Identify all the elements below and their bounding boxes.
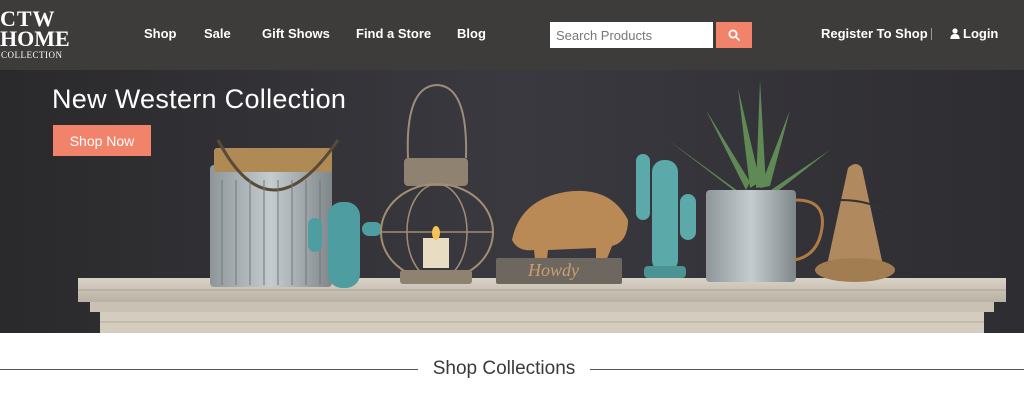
header-divider (931, 28, 932, 40)
login-label: Login (963, 26, 999, 41)
nav-item-blog[interactable]: Blog (457, 26, 486, 41)
shop-now-button[interactable]: Shop Now (53, 125, 151, 156)
hero-banner: Howdy New Western Collection Shop Now (0, 70, 1024, 333)
register-link[interactable]: Register To Shop (821, 26, 928, 41)
hero-title: New Western Collection (52, 84, 347, 114)
section-rule-right (590, 369, 1024, 370)
nav-item-find-a-store[interactable]: Find a Store (356, 26, 431, 41)
nav-item-gift-shows[interactable]: Gift Shows (262, 26, 330, 41)
svg-text:Howdy: Howdy (527, 260, 579, 280)
user-icon (950, 28, 960, 39)
search-input[interactable] (550, 22, 713, 48)
nav-item-sale[interactable]: Sale (204, 26, 231, 41)
section-title: Shop Collections (432, 358, 576, 379)
search-button[interactable] (716, 22, 752, 48)
section-rule-left (0, 369, 418, 370)
logo-line-3: COLLECTION (1, 50, 63, 60)
brand-logo[interactable]: CTW HOME COLLECTION (0, 6, 76, 62)
search-icon (728, 29, 740, 41)
logo-line-2: HOME (0, 26, 70, 51)
nav-item-shop[interactable]: Shop (144, 26, 177, 41)
site-header: CTW HOME COLLECTION Shop Sale Gift Shows… (0, 0, 1024, 70)
login-link[interactable]: Login (950, 26, 998, 41)
shop-collections-section: Shop Collections (0, 333, 1024, 407)
